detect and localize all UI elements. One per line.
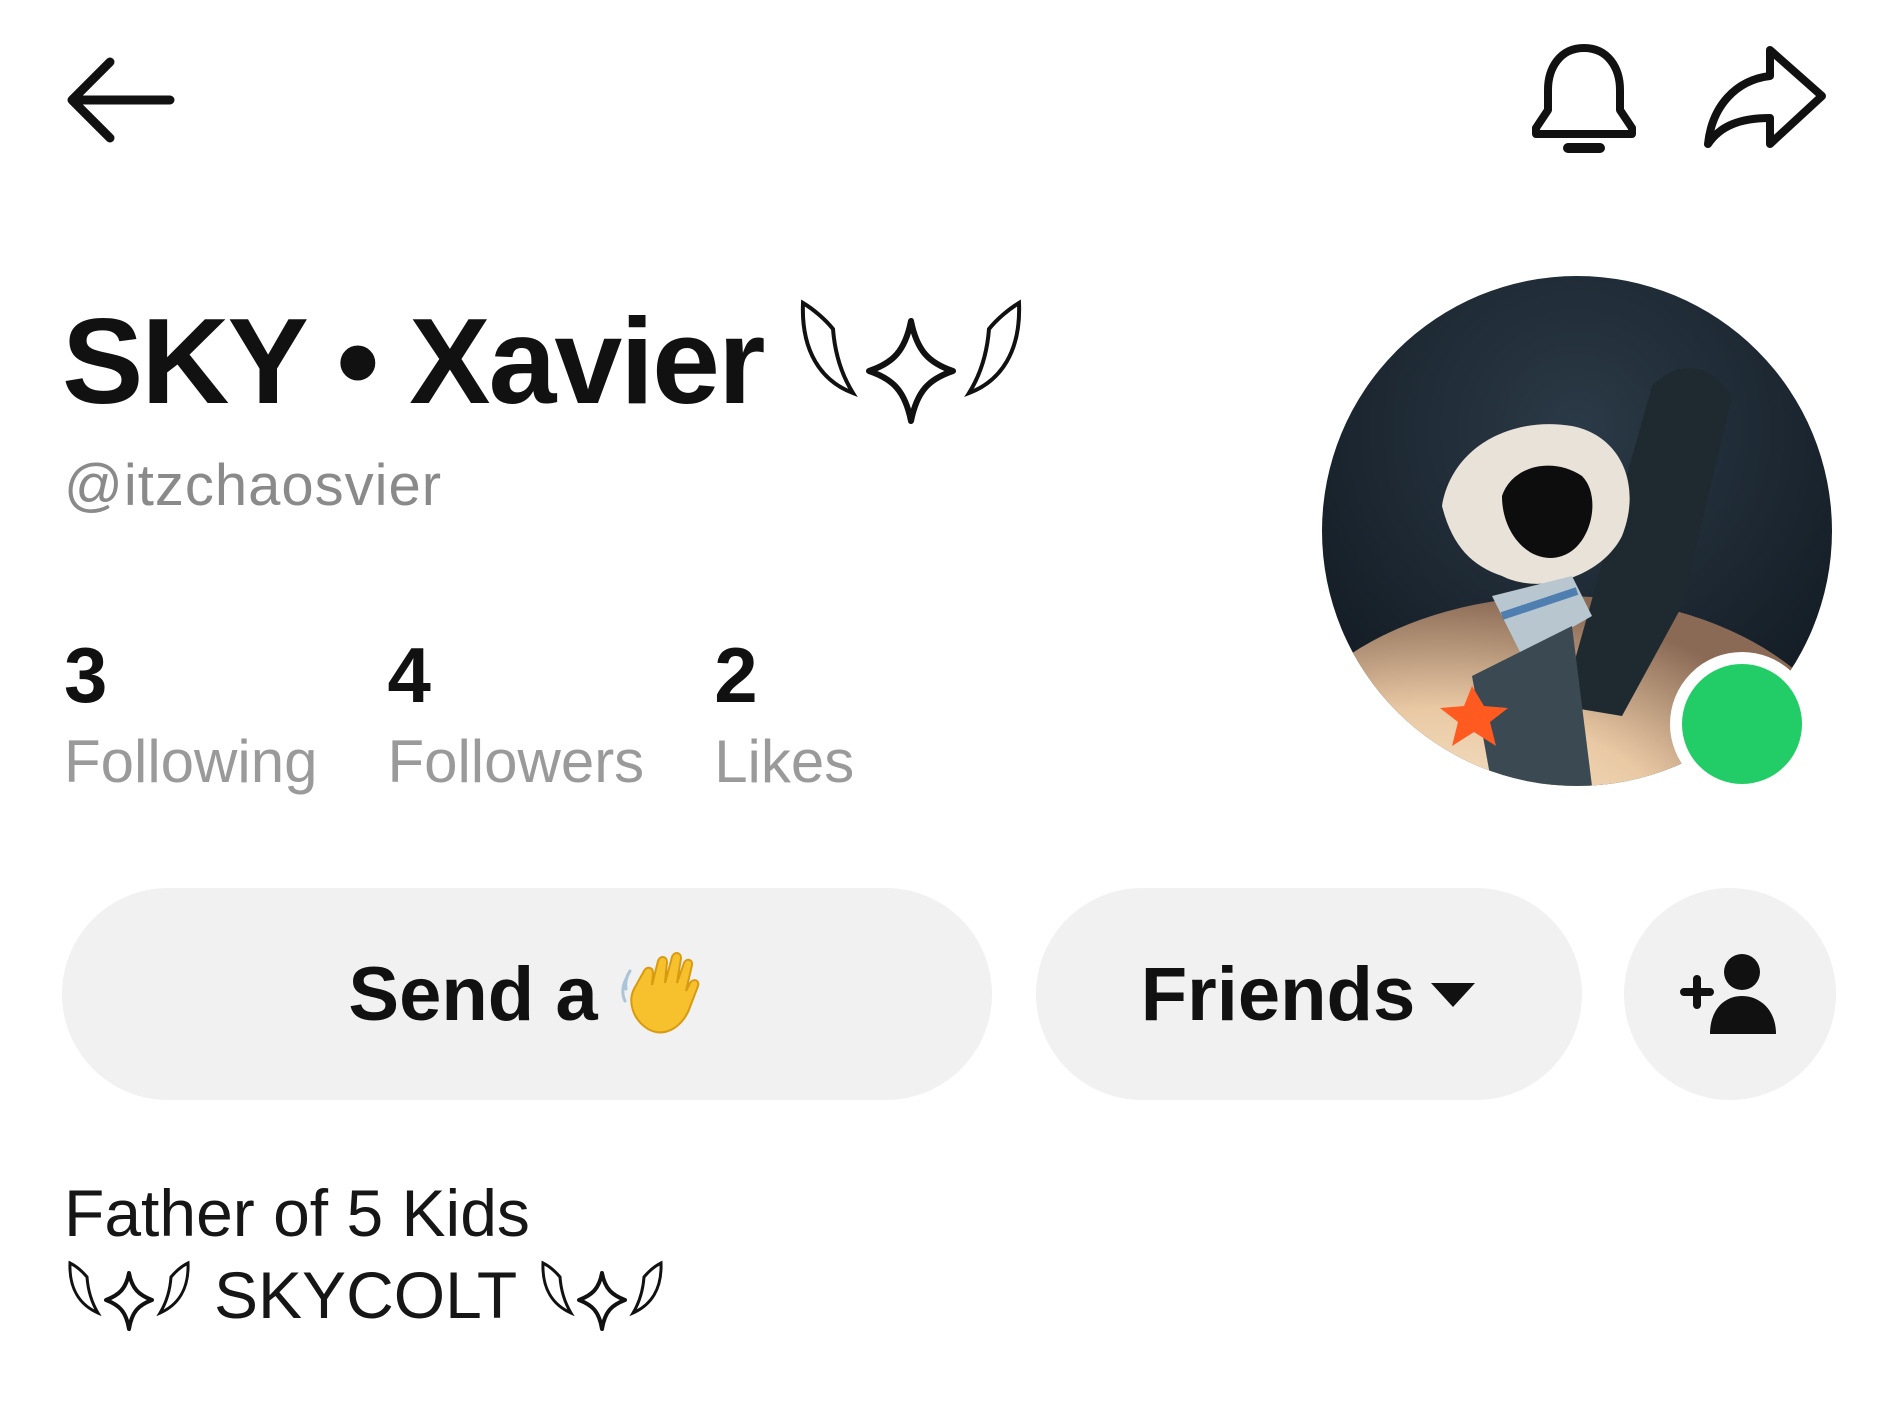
stat-label: Followers <box>387 728 645 795</box>
bio: Father of 5 Kids SKYCOLT <box>64 1172 667 1336</box>
stat-value: 2 <box>714 631 758 719</box>
display-name: SKY • Xavier <box>62 293 765 429</box>
winged-sparkle-icon <box>68 1260 190 1331</box>
stat-followers[interactable]: 4 Followers <box>387 636 644 792</box>
profile-name-row: SKY • Xavier <box>62 286 1031 436</box>
winged-sparkle-icon <box>801 299 1022 424</box>
online-status-indicator <box>1670 652 1814 796</box>
waving-hand-emoji-icon <box>620 952 699 1034</box>
add-friend-button[interactable] <box>1624 888 1836 1100</box>
username: @itzchaosvier <box>64 453 443 518</box>
friends-label: Friends <box>1140 951 1416 1037</box>
stat-label: Following <box>64 728 318 795</box>
bell-icon[interactable] <box>1528 40 1640 164</box>
share-arrow-icon[interactable] <box>1700 40 1830 160</box>
caret-down-icon <box>1431 983 1476 1007</box>
stat-following[interactable]: 3 Following <box>64 636 317 792</box>
bio-text-skycolt: SKYCOLT <box>214 1258 518 1332</box>
stat-value: 4 <box>387 631 431 719</box>
bio-line-1: Father of 5 Kids <box>64 1176 530 1250</box>
send-wave-button[interactable]: Send a <box>62 888 992 1100</box>
stat-likes[interactable]: 2 Likes <box>714 636 854 792</box>
friends-dropdown-button[interactable]: Friends <box>1036 888 1582 1100</box>
back-arrow-icon[interactable] <box>62 52 178 148</box>
stat-label: Likes <box>714 728 855 795</box>
add-person-icon <box>1680 954 1776 1034</box>
winged-sparkle-icon <box>541 1260 663 1331</box>
stats-row: 3 Following 4 Followers 2 Likes <box>64 636 924 792</box>
stat-value: 3 <box>64 631 108 719</box>
send-wave-label: Send a <box>348 951 598 1037</box>
bio-line-2: SKYCOLT <box>64 1254 667 1336</box>
